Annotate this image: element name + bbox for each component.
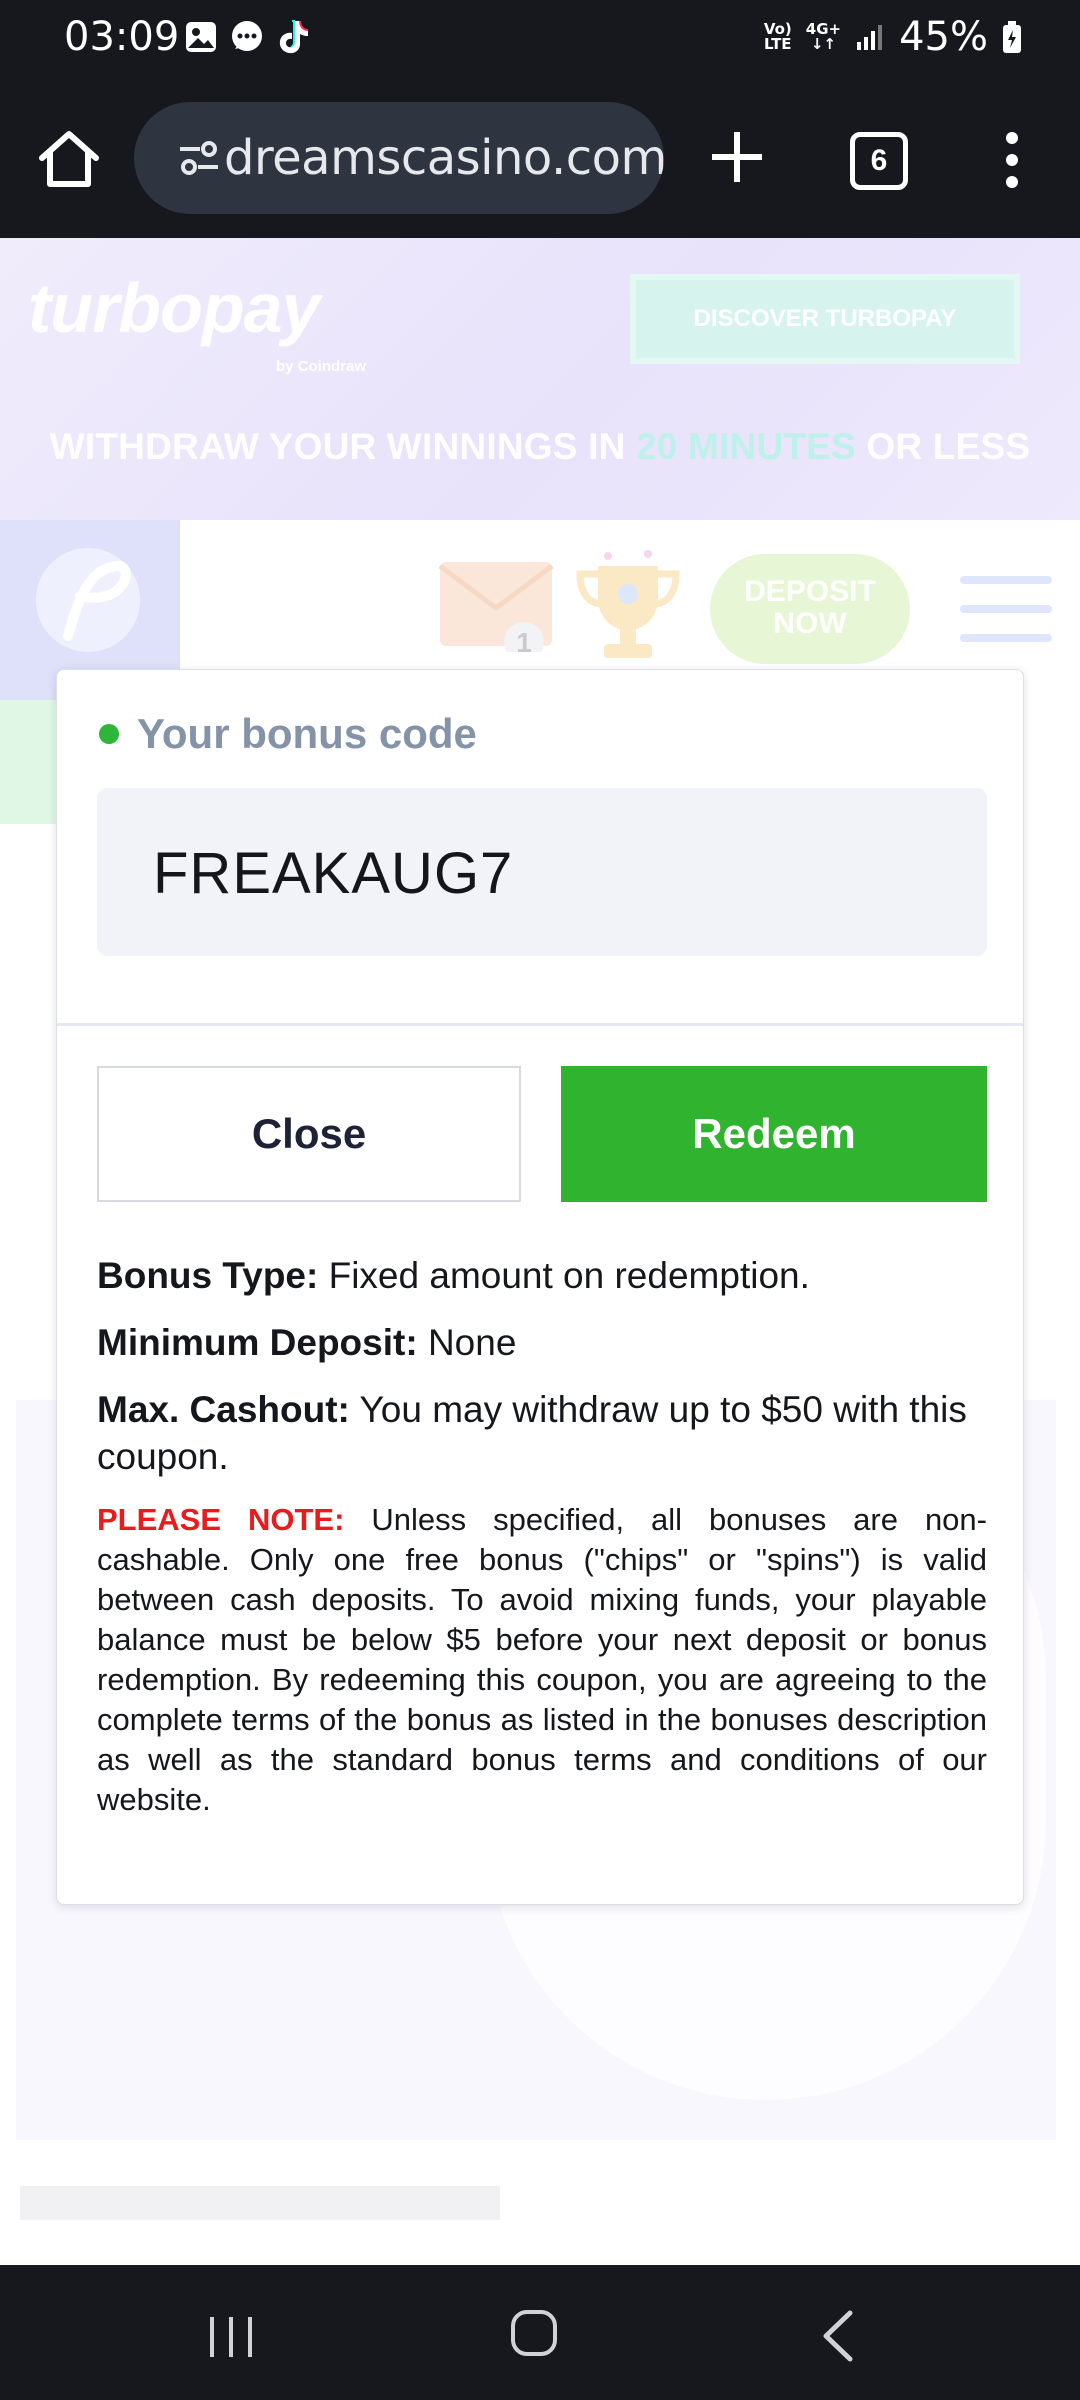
bonus-code-modal: Your bonus code FREAKAUG7 Close Redeem B… bbox=[56, 669, 1024, 1905]
discover-turbopay-button[interactable]: DISCOVER TURBOPAY bbox=[630, 274, 1020, 364]
system-nav-bar bbox=[0, 2265, 1080, 2400]
turbopay-logo: turbopay bbox=[28, 269, 320, 347]
site-settings-icon[interactable] bbox=[178, 140, 220, 176]
nav-back-icon[interactable] bbox=[820, 2309, 856, 2363]
site-logo-icon bbox=[36, 548, 140, 652]
gallery-notification-icon bbox=[182, 18, 220, 56]
modal-divider bbox=[57, 1023, 1023, 1026]
status-right: Vo) LTE 4G+ ↓↑ 45% bbox=[764, 14, 1022, 60]
nav-recents-icon[interactable] bbox=[206, 2315, 256, 2359]
battery-icon bbox=[1003, 21, 1021, 53]
bonus-details: Bonus Type: Fixed amount on redemption. … bbox=[97, 1252, 987, 1820]
notification-icons bbox=[182, 18, 312, 56]
deposit-now-button[interactable]: DEPOSIT NOW bbox=[710, 554, 910, 664]
home-icon[interactable] bbox=[36, 126, 102, 192]
bonus-code-label: Your bonus code bbox=[99, 710, 477, 758]
max-cashout-row: Max. Cashout: You may withdraw up to $50… bbox=[97, 1389, 967, 1477]
promo-banner: turbopay by Coindraw DISCOVER TURBOPAY W… bbox=[0, 238, 1080, 520]
status-bar: 03:09 Vo) LTE 4G+ ↓↑ 45% bbox=[0, 0, 1080, 80]
banner-headline: WITHDRAW YOUR WINNINGS IN 20 MINUTES OR … bbox=[49, 426, 1031, 467]
signal-icon bbox=[857, 25, 883, 50]
tiktok-notification-icon bbox=[274, 18, 312, 56]
address-bar[interactable]: dreamscasino.com bbox=[134, 102, 664, 214]
more-menu-icon[interactable] bbox=[1000, 130, 1024, 190]
mail-count: 1 bbox=[516, 627, 532, 652]
browser-toolbar: dreamscasino.com 6 bbox=[0, 80, 1080, 238]
mail-icon[interactable]: 1 bbox=[438, 556, 554, 652]
turbopay-sublabel: by Coindraw bbox=[276, 358, 367, 375]
status-time: 03:09 bbox=[64, 14, 180, 60]
bonus-code-field[interactable]: FREAKAUG7 bbox=[97, 788, 987, 956]
minimum-deposit-row: Minimum Deposit: None bbox=[97, 1322, 517, 1363]
chat-notification-icon bbox=[228, 18, 266, 56]
please-note-text: PLEASE NOTE: Unless specified, all bonus… bbox=[97, 1502, 987, 1817]
side-promo-tab[interactable] bbox=[0, 700, 58, 824]
bonus-code-value: FREAKAUG7 bbox=[153, 841, 514, 906]
trophy-icon[interactable] bbox=[568, 548, 688, 668]
tab-switcher-icon[interactable]: 6 bbox=[850, 132, 908, 190]
new-tab-icon[interactable] bbox=[708, 128, 766, 186]
battery-percent: 45% bbox=[899, 14, 988, 60]
volte-indicator: Vo) LTE bbox=[763, 20, 792, 53]
network-type: 4G+ ↓↑ bbox=[805, 20, 842, 53]
url-text: dreamscasino.com bbox=[224, 130, 664, 186]
site-header: 1 DEPOSIT NOW bbox=[0, 520, 1080, 700]
page-section-title-dimmed bbox=[20, 2186, 500, 2220]
close-button[interactable]: Close bbox=[97, 1066, 521, 1202]
bonus-type-row: Bonus Type: Fixed amount on redemption. bbox=[97, 1255, 810, 1296]
redeem-button[interactable]: Redeem bbox=[561, 1066, 987, 1202]
hamburger-menu-icon[interactable] bbox=[960, 574, 1052, 644]
status-dot-icon bbox=[99, 724, 119, 744]
nav-home-icon[interactable] bbox=[510, 2309, 558, 2357]
